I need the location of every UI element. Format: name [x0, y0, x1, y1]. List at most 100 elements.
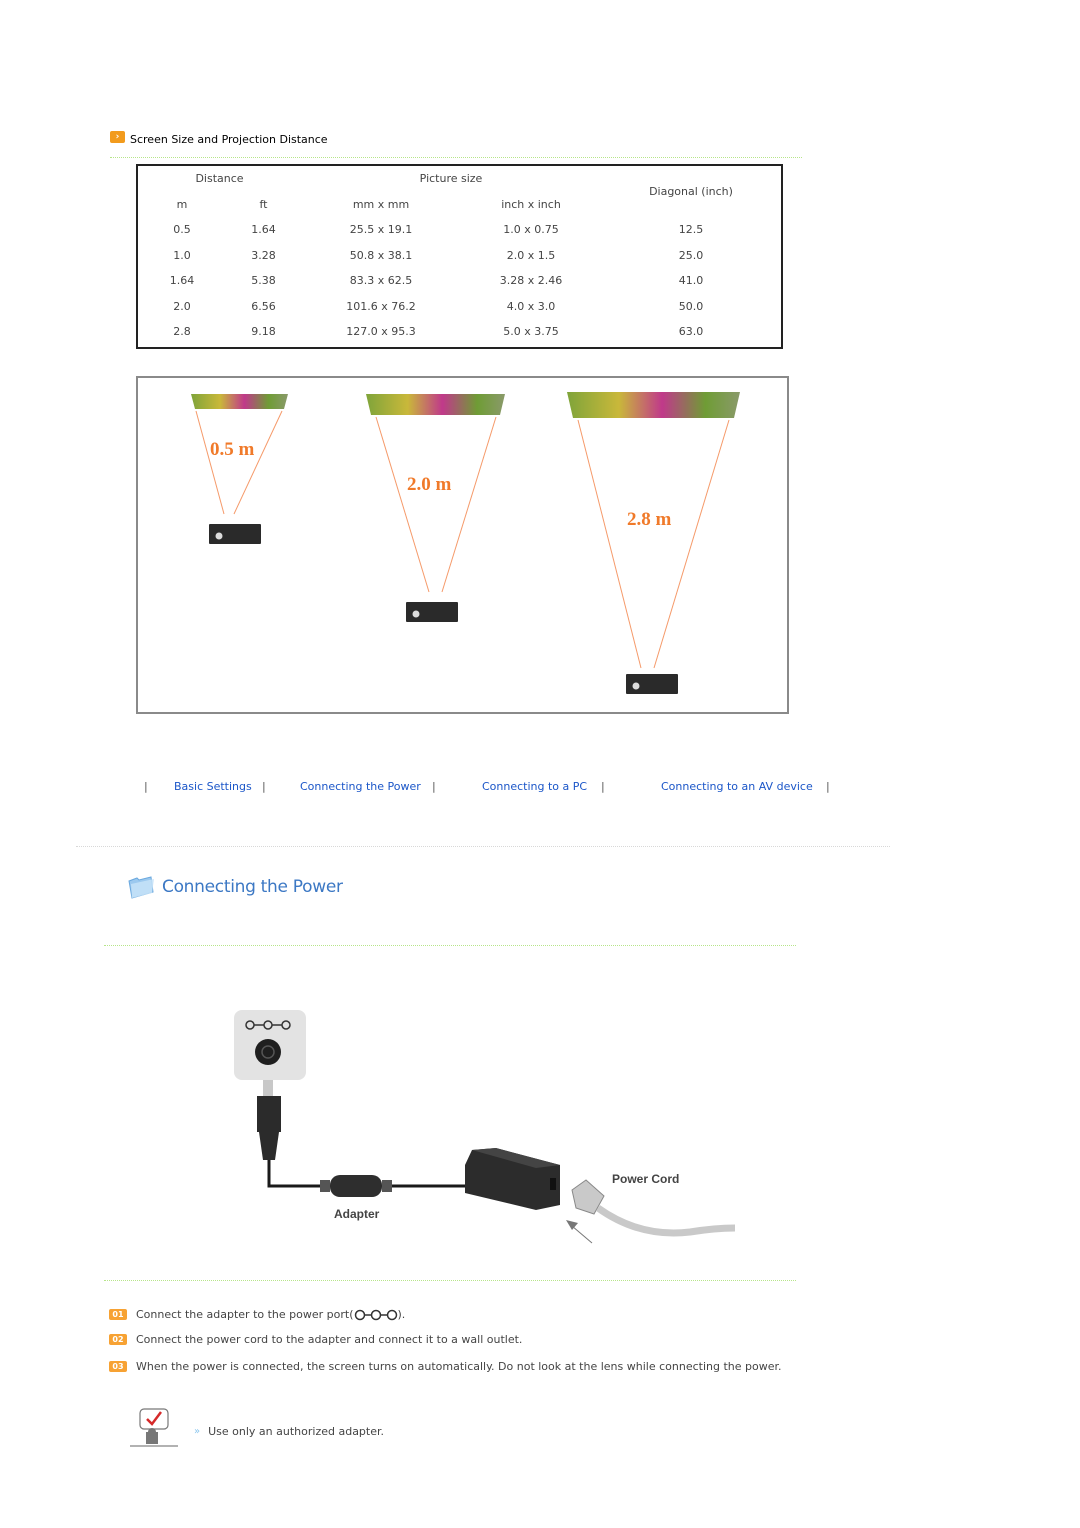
cell-diagonal: 12.5 — [678, 223, 704, 237]
step-text-suffix: ). — [397, 1308, 406, 1321]
adapter-brick — [465, 1148, 560, 1210]
projection-diagram: 0.5 m 2.0 m 2.8 m — [136, 376, 789, 714]
projection-ray — [233, 410, 283, 515]
header-distance: Distance — [195, 172, 244, 186]
note-text: Use only an authorized adapter. — [208, 1424, 385, 1438]
ferrite-core — [320, 1175, 392, 1197]
cell-mm: 50.8 x 38.1 — [349, 248, 413, 262]
step-text: When the power is connected, the screen … — [136, 1360, 782, 1373]
table-row: 1.64 5.38 83.3 x 62.5 3.28 x 2.46 41.0 — [138, 268, 781, 294]
nav-separator: | — [826, 780, 830, 793]
step-text: Connect the power cord to the adapter an… — [136, 1333, 523, 1346]
distance-label: 2.8 m — [627, 509, 672, 530]
cell-m: 1.64 — [169, 274, 195, 288]
folder-icon — [128, 876, 154, 899]
header-diagonal: Diagonal (inch) — [649, 185, 733, 198]
subheader-ft: ft — [259, 197, 268, 211]
power-cord-label: Power Cord — [612, 1172, 679, 1186]
projection-ray — [195, 410, 225, 515]
step-1: 01 Connect the adapter to the power port… — [109, 1308, 405, 1321]
step-badge: 01 — [109, 1309, 127, 1320]
section-heading-text: Connecting the Power — [162, 877, 343, 897]
cell-inch: 5.0 x 3.75 — [503, 325, 559, 339]
distance-label: 2.0 m — [407, 474, 452, 495]
projection-scene-2-8m: 2.8 m — [567, 392, 740, 694]
table-row: 0.5 1.64 25.5 x 19.1 1.0 x 0.75 12.5 — [138, 217, 781, 243]
subheader-mm: mm x mm — [352, 197, 410, 211]
projection-scene-2-0m: 2.0 m — [366, 394, 505, 622]
step-2: 02 Connect the power cord to the adapter… — [109, 1333, 522, 1346]
nav-separator: | — [432, 780, 436, 793]
section-divider — [76, 846, 890, 847]
cell-inch: 2.0 x 1.5 — [506, 248, 556, 262]
projection-ray — [577, 419, 642, 669]
power-port-panel — [234, 1010, 306, 1080]
bullet-arrow-icon: » — [194, 1425, 201, 1437]
nav-link-connecting-power[interactable]: Connecting the Power — [300, 780, 421, 793]
cell-m: 2.0 — [173, 299, 191, 313]
divider — [104, 1280, 796, 1281]
arrow-bullet-icon: › — [110, 130, 125, 143]
cell-ft: 5.38 — [251, 274, 276, 288]
step-3: 03 When the power is connected, the scre… — [109, 1360, 782, 1373]
table-row: 1.0 3.28 50.8 x 38.1 2.0 x 1.5 25.0 — [138, 243, 781, 269]
nav-link-connecting-av[interactable]: Connecting to an AV device — [661, 780, 813, 793]
cell-inch: 3.28 x 2.46 — [499, 274, 563, 288]
cell-mm: 127.0 x 95.3 — [346, 325, 416, 339]
divider — [110, 157, 802, 158]
section-title-screen-size: › Screen Size and Projection Distance — [110, 130, 328, 146]
cell-mm: 25.5 x 19.1 — [349, 223, 413, 237]
cell-m: 1.0 — [173, 248, 191, 262]
cell-diagonal: 63.0 — [678, 325, 704, 339]
projected-screen-image — [567, 392, 740, 418]
power-connection-illustration: Adapter Power Cord — [220, 1000, 760, 1260]
nav-link-connecting-pc[interactable]: Connecting to a PC — [482, 780, 587, 793]
cell-m: 0.5 — [173, 223, 191, 237]
note: » Use only an authorized adapter. — [128, 1408, 384, 1448]
subheader-m: m — [176, 197, 188, 211]
table-row: 2.8 9.18 127.0 x 95.3 5.0 x 3.75 63.0 — [138, 319, 781, 345]
cell-m: 2.8 — [173, 325, 191, 339]
cell-ft: 1.64 — [251, 223, 276, 237]
header-picture-size: Picture size — [419, 172, 483, 186]
cell-diagonal: 25.0 — [678, 248, 704, 262]
step-badge: 02 — [109, 1334, 127, 1345]
dc-cable — [267, 1160, 320, 1188]
table-row: 2.0 6.56 101.6 x 76.2 4.0 x 3.0 50.0 — [138, 294, 781, 320]
nav-link-basic-settings[interactable]: Basic Settings — [174, 780, 252, 793]
cell-mm: 83.3 x 62.5 — [349, 274, 413, 288]
cell-inch: 4.0 x 3.0 — [506, 299, 556, 313]
cell-diagonal: 41.0 — [678, 274, 704, 288]
cell-mm: 101.6 x 76.2 — [346, 299, 416, 313]
distance-label: 0.5 m — [210, 439, 255, 460]
cell-inch: 1.0 x 0.75 — [503, 223, 559, 237]
step-text: Connect the adapter to the power port( — [136, 1308, 354, 1321]
section-title-text: Screen Size and Projection Distance — [130, 133, 328, 146]
divider — [104, 945, 796, 946]
insert-arrow-icon — [566, 1220, 593, 1244]
nav-separator: | — [144, 780, 148, 793]
projected-screen-image — [366, 394, 505, 415]
projection-distance-table: Distance Picture size Diagonal (inch) m … — [136, 164, 783, 349]
projection-scene-0-5m: 0.5 m — [191, 394, 288, 544]
adapter-label: Adapter — [334, 1207, 380, 1221]
nav-separator: | — [601, 780, 605, 793]
note-checkmark-monitor-icon — [130, 1408, 178, 1447]
power-cord-plug — [571, 1179, 736, 1237]
section-heading-connecting-power: Connecting the Power — [126, 874, 343, 900]
projection-ray — [653, 419, 730, 669]
projection-ray — [441, 416, 497, 593]
cell-ft: 9.18 — [251, 325, 276, 339]
cell-diagonal: 50.0 — [678, 299, 704, 313]
dc-plug — [257, 1080, 281, 1160]
cell-ft: 6.56 — [251, 299, 276, 313]
table-header-row: Distance Picture size Diagonal (inch) — [138, 166, 781, 198]
projection-ray — [375, 416, 430, 593]
projection-diagram-svg: 0.5 m 2.0 m 2.8 m — [191, 392, 740, 694]
projected-screen-image — [191, 394, 288, 409]
subheader-inch: inch x inch — [501, 197, 561, 211]
nav-separator: | — [262, 780, 266, 793]
power-port-polarity-icon — [354, 1309, 397, 1320]
step-badge: 03 — [109, 1361, 127, 1372]
cell-ft: 3.28 — [251, 248, 276, 262]
